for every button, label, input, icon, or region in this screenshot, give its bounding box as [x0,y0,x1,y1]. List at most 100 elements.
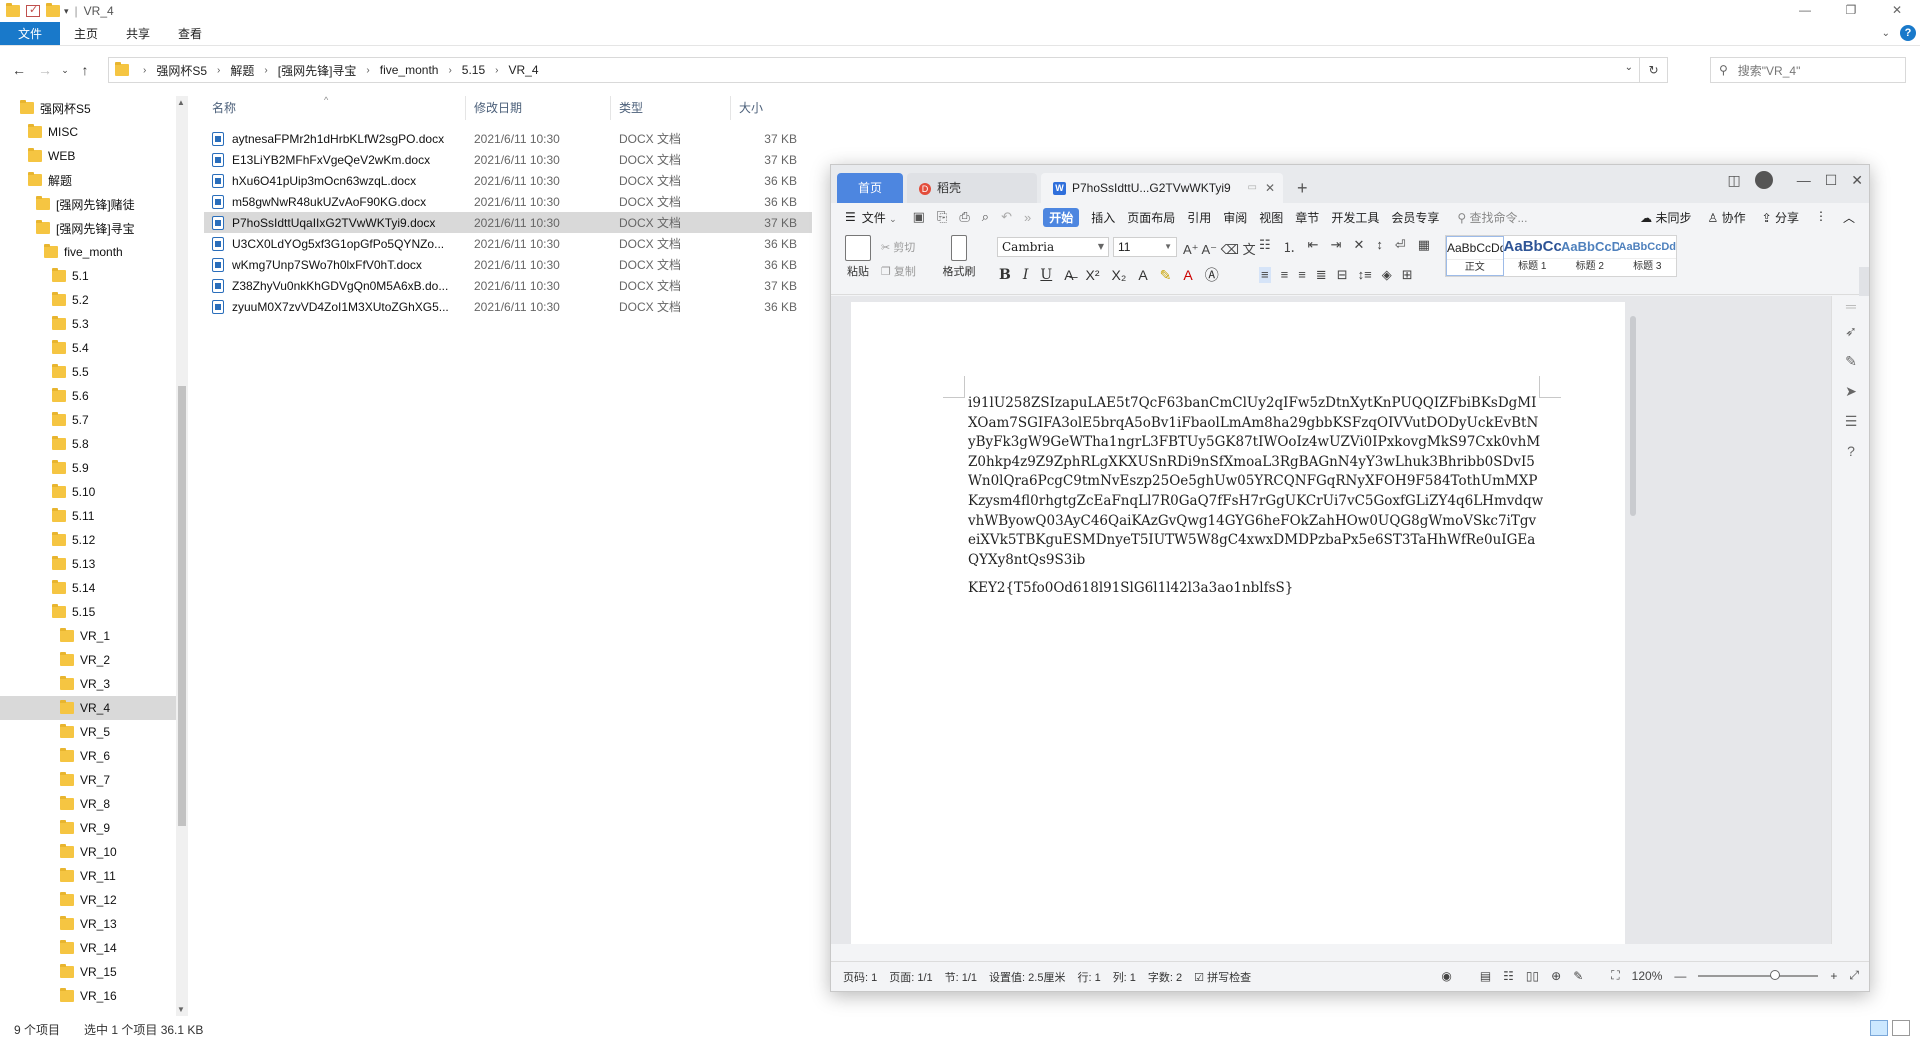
nav-tree-item[interactable]: MISC [0,120,188,144]
settings-sliders-icon[interactable]: ☰ [1832,406,1870,436]
nav-scrollbar[interactable]: ▲ ▼ [176,96,188,1016]
redo-icon[interactable]: » [1024,210,1031,225]
column-header-name[interactable]: ^ 名称 [204,95,466,120]
address-dropdown-icon[interactable]: ⌄ [1625,62,1633,73]
pen-icon[interactable]: ✎ [1832,346,1870,376]
justify-icon[interactable]: ≣ [1316,267,1327,283]
nav-tree-item[interactable]: five_month [0,240,188,264]
document-scroll-thumb[interactable] [1630,316,1636,516]
nav-tree-item[interactable]: 5.10 [0,480,188,504]
export-pdf-icon[interactable]: ⎘ [937,209,947,225]
close-icon[interactable]: ✕ [1851,172,1863,189]
menu-start[interactable]: 开始 [1043,207,1080,227]
nav-tree-item[interactable]: 5.15 [0,600,188,624]
pointer-icon[interactable]: ➤ [1832,376,1870,406]
collaborate-button[interactable]: ♙ 协作 [1707,209,1745,226]
up-arrow-icon[interactable]: ↑ [72,62,98,78]
file-row[interactable]: U3CX0LdYOg5xf3G1opGfPo5QYNZo... 2021/6/11… [204,233,812,254]
increase-indent-icon[interactable]: ⇥ [1331,237,1342,256]
subscript-icon[interactable]: X₂ [1112,267,1127,283]
word-count[interactable]: 字数: 2 [1148,969,1182,985]
nav-tree-item[interactable]: 5.3 [0,312,188,336]
print-preview-icon[interactable]: ⌕ [982,209,989,225]
outline-view-icon[interactable]: ☷ [1503,969,1514,983]
tab-view[interactable]: 查看 [164,22,216,45]
style-preset[interactable]: AaBbCcDd 标题 3 [1618,236,1677,276]
nav-tree-item[interactable]: VR_15 [0,960,188,984]
numbered-list-icon[interactable]: ⒈ [1283,237,1296,256]
line-spacing-icon[interactable]: ↕≡ [1358,267,1372,283]
nav-tree-item[interactable]: [强网先锋]赌徒 [0,192,188,216]
show-marks-icon[interactable]: ⏎ [1395,237,1406,256]
chinese-layout-icon[interactable]: ✕ [1353,237,1364,256]
minimize-icon[interactable]: — [1797,172,1811,188]
tab-share[interactable]: 共享 [112,22,164,45]
menu-file[interactable]: 文件 ⌄ [862,209,897,226]
sync-button[interactable]: ☁ 未同步 [1640,209,1691,226]
tab-pin-icon[interactable]: ▭ [1248,173,1257,203]
scroll-down-icon[interactable]: ▼ [177,1005,185,1014]
file-row[interactable]: hXu6O41pUip3mOcn63wzqL.docx 2021/6/11 10:… [204,170,812,191]
file-row[interactable]: wKmg7Unp7SWo7h0lxFfV0hT.docx 2021/6/11 10… [204,254,812,275]
paste-button[interactable]: 粘贴 [841,235,875,279]
recent-dropdown-icon[interactable]: ⌄ [58,65,72,76]
fullscreen-icon[interactable]: ⤢ [1849,968,1859,983]
highlight-icon[interactable]: ✎ [1160,267,1172,284]
italic-icon[interactable]: I [1023,267,1029,283]
breadcrumb-item[interactable]: 5.15 [462,63,485,77]
nav-tree-item[interactable]: VR_2 [0,648,188,672]
maximize-icon[interactable]: ☐ [1825,172,1838,189]
copy-button[interactable]: ❐ 复制 [881,263,916,279]
decrease-font-icon[interactable]: A⁻ [1201,242,1217,257]
large-icons-view-icon[interactable] [1892,1020,1910,1036]
close-icon[interactable]: ✕ [1874,0,1920,22]
zoom-in-icon[interactable]: + [1830,969,1837,983]
cut-button[interactable]: ✂ 剪切 [881,239,915,255]
file-row[interactable]: P7hoSsIdttUqaIIxG2TVwWKTyi9.docx 2021/6/1… [204,212,812,233]
menu-view[interactable]: 视图 [1259,209,1283,226]
breadcrumb-item[interactable]: VR_4 [509,63,539,77]
fit-page-icon[interactable]: ⛶ [1611,968,1619,983]
file-row[interactable]: E13LiYB2MFhFxVgeQeV2wKm.docx 2021/6/11 10… [204,149,812,170]
tab-home[interactable]: 主页 [60,22,112,45]
new-folder-icon[interactable] [46,3,60,17]
menu-chapter[interactable]: 章节 [1295,209,1319,226]
details-view-icon[interactable] [1870,1020,1888,1036]
more-icon[interactable]: ⋮ [1815,209,1827,226]
menu-insert[interactable]: 插入 [1091,209,1115,226]
breadcrumb-separator[interactable]: › [366,65,369,76]
nav-tree-item[interactable]: 5.4 [0,336,188,360]
column-header-size[interactable]: 大小 [731,96,803,120]
nav-tree-item[interactable]: VR_7 [0,768,188,792]
menu-page-layout[interactable]: 页面布局 [1127,209,1175,226]
nav-tree-item[interactable]: VR_10 [0,840,188,864]
nav-tree-item[interactable]: 5.7 [0,408,188,432]
zoom-level[interactable]: 120% [1632,969,1663,983]
menu-references[interactable]: 引用 [1187,209,1211,226]
breadcrumb-separator[interactable]: › [495,65,498,76]
refresh-icon[interactable]: ↻ [1639,58,1667,82]
nav-tree-item[interactable]: 5.14 [0,576,188,600]
breadcrumb-item[interactable]: 解题 [230,62,254,79]
undo-icon[interactable]: ↶ [1001,209,1012,225]
nav-tree-item[interactable]: VR_16 [0,984,188,1008]
style-preset[interactable]: AaBbCcI 标题 1 [1503,236,1562,276]
zoom-slider[interactable] [1698,969,1819,980]
address-bar[interactable]: › 强网杯S5 › 解题 › [强网先锋]寻宝 › five_month › 5… [108,57,1668,83]
nav-tree-item[interactable]: VR_12 [0,888,188,912]
menu-review[interactable]: 审阅 [1223,209,1247,226]
nav-tree-item[interactable]: VR_4 [0,696,188,720]
tab-docer[interactable]: D 稻壳 [907,173,1037,203]
font-color-icon[interactable]: A [1183,267,1192,283]
nav-tree-item[interactable]: 5.8 [0,432,188,456]
web-view-icon[interactable]: ⊕ [1551,969,1561,983]
back-arrow-icon[interactable]: ← [6,62,32,78]
document-vertical-scrollbar[interactable] [1625,296,1641,944]
minimize-icon[interactable]: — [1782,0,1828,22]
nav-tree-item[interactable]: 5.2 [0,288,188,312]
collapse-ribbon-icon[interactable]: ︿ [1843,209,1855,226]
new-tab-icon[interactable]: + [1297,173,1308,203]
strikethrough-icon[interactable]: A̶ [1064,267,1073,283]
increase-font-icon[interactable]: A⁺ [1183,242,1199,257]
nav-tree-item[interactable]: VR_6 [0,744,188,768]
